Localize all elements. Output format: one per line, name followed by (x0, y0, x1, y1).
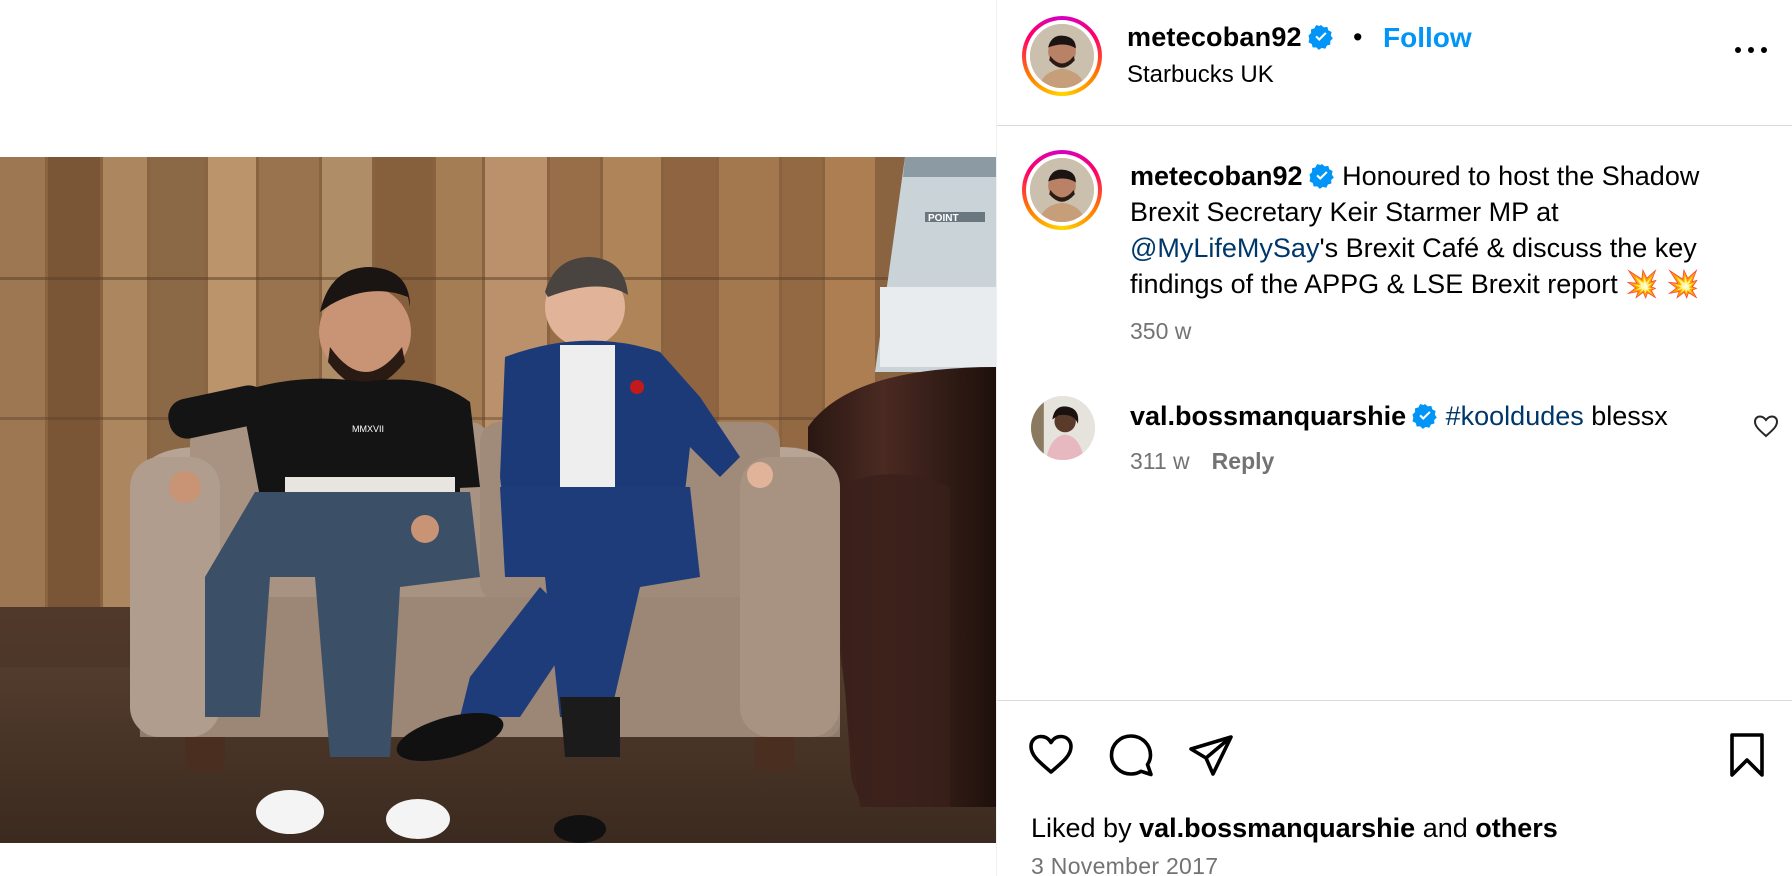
author-avatar[interactable] (1022, 16, 1102, 96)
commenter-avatar[interactable] (1031, 396, 1095, 460)
author-avatar-image (1030, 24, 1094, 88)
author-username[interactable]: metecoban92 (1127, 22, 1334, 53)
separator-dot: • (1353, 22, 1363, 52)
author-username-text[interactable]: metecoban92 (1127, 22, 1302, 52)
caption-mention-link[interactable]: @MyLifeMySay (1130, 233, 1319, 263)
post-actions-footer: Liked by val.bossmanquarshie and others … (997, 700, 1792, 876)
heart-icon[interactable] (1027, 731, 1075, 779)
post-date[interactable]: 3 November 2017 (1031, 853, 1218, 876)
comment-meta: 311 w Reply (1130, 448, 1274, 475)
post-location[interactable]: Starbucks UK (1127, 61, 1274, 89)
caption-timestamp[interactable]: 350 w (1130, 318, 1191, 345)
post-photo[interactable]: POINT MMXVII (0, 157, 996, 843)
caption-text: metecoban92 Honoured to host the Shadow … (1130, 158, 1760, 302)
liked-by-prefix: Liked by (1031, 813, 1140, 843)
comment-heart-icon[interactable] (1753, 414, 1779, 438)
post-photo-image: POINT MMXVII (0, 157, 996, 843)
comment-timestamp[interactable]: 311 w (1130, 448, 1190, 474)
verified-badge-icon (1309, 163, 1335, 189)
verified-badge-icon (1412, 403, 1438, 429)
liked-by-and: and (1415, 813, 1476, 843)
comment-username[interactable]: val.bossmanquarshie (1130, 401, 1406, 431)
more-options-icon[interactable] (1735, 44, 1769, 56)
post-sidebar: metecoban92 • Follow Starbucks UK meteco… (996, 0, 1792, 876)
sweater-print: MMXVII (352, 424, 384, 434)
comment-icon[interactable] (1107, 731, 1155, 779)
reply-button[interactable]: Reply (1212, 448, 1275, 474)
window-sign-text: POINT (928, 213, 959, 224)
liked-by-others[interactable]: others (1475, 813, 1558, 843)
post-media: POINT MMXVII (0, 0, 996, 876)
verified-badge-icon (1308, 24, 1334, 50)
liked-by-user[interactable]: val.bossmanquarshie (1139, 813, 1415, 843)
bookmark-icon[interactable] (1723, 731, 1771, 779)
post-header: metecoban92 • Follow Starbucks UK (997, 0, 1792, 126)
caption-avatar[interactable] (1022, 150, 1102, 230)
comment-body: blessx (1583, 401, 1668, 431)
caption-username[interactable]: metecoban92 (1130, 161, 1303, 191)
comment-hashtag-link[interactable]: #kooldudes (1446, 401, 1584, 431)
send-icon[interactable] (1187, 731, 1235, 779)
follow-button[interactable]: Follow (1383, 22, 1472, 54)
comment-text: val.bossmanquarshie #kooldudes blessx (1130, 398, 1730, 434)
likes-summary: Liked by val.bossmanquarshie and others (1031, 813, 1558, 844)
caption-avatar-image (1030, 158, 1094, 222)
